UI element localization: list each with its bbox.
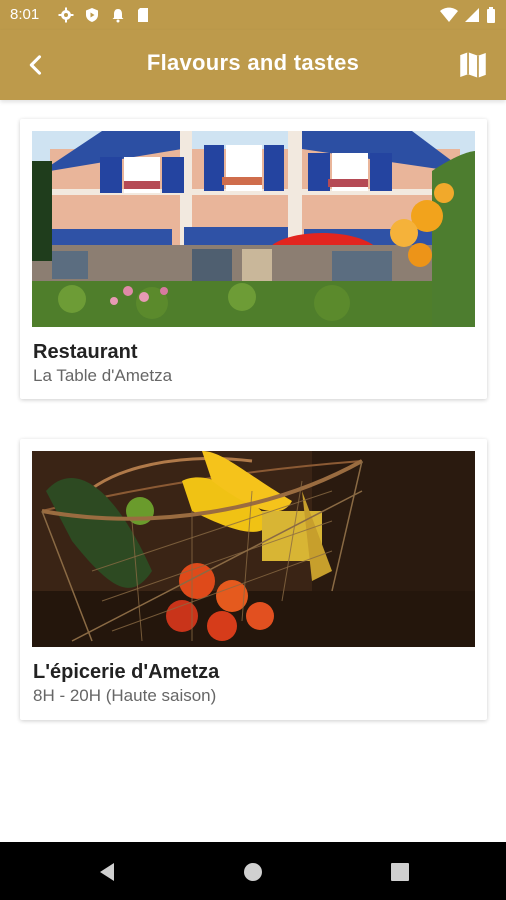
vegetable-basket-photo xyxy=(32,451,475,647)
system-nav-bar xyxy=(0,842,506,900)
epicerie-card[interactable]: L'épicerie d'Ametza 8H - 20H (Haute sais… xyxy=(20,439,487,720)
app-bar: Flavours and tastes xyxy=(0,30,506,100)
cell-signal-icon xyxy=(465,8,479,22)
map-icon[interactable] xyxy=(456,48,490,82)
sd-card-icon xyxy=(138,8,148,22)
shield-icon xyxy=(86,8,98,22)
card-subtitle: 8H - 20H (Haute saison) xyxy=(33,686,217,705)
restaurant-card[interactable]: Restaurant La Table d'Ametza xyxy=(20,119,487,399)
card-subtitle: La Table d'Ametza xyxy=(33,366,173,385)
card-title: Restaurant xyxy=(33,341,138,363)
back-triangle-icon[interactable] xyxy=(96,861,118,883)
page-title: Flavours and tastes xyxy=(146,50,360,75)
home-circle-icon[interactable] xyxy=(242,861,264,883)
restaurant-photo xyxy=(32,131,475,327)
status-bar: 8:01 xyxy=(0,0,506,30)
recents-square-icon[interactable] xyxy=(389,861,411,883)
battery-icon xyxy=(487,7,495,23)
card-title: L'épicerie d'Ametza xyxy=(33,661,220,683)
notification-bell-icon xyxy=(112,9,124,23)
settings-icon xyxy=(58,7,74,23)
wifi-icon xyxy=(440,7,458,22)
status-time: 8:01 xyxy=(10,6,40,23)
status-icons-left xyxy=(58,7,150,23)
status-icons-right xyxy=(440,7,496,23)
